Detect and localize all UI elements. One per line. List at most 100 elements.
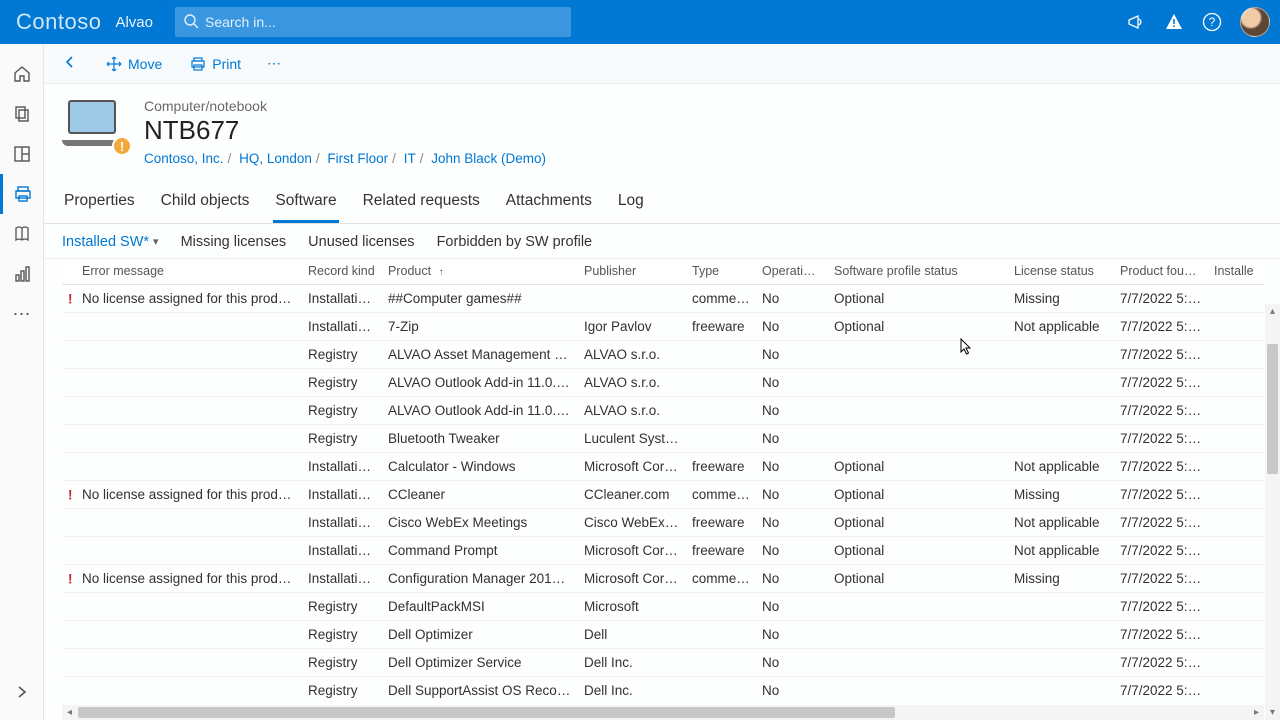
crumb-2[interactable]: First Floor bbox=[327, 151, 388, 166]
crumb-4[interactable]: John Black (Demo) bbox=[431, 151, 546, 166]
back-button[interactable] bbox=[54, 50, 86, 77]
col-os[interactable]: Operating s bbox=[756, 259, 828, 285]
scroll-down-icon[interactable]: ▾ bbox=[1265, 705, 1280, 720]
table-row[interactable]: !No license assigned for this product.In… bbox=[62, 565, 1264, 593]
cell-installed bbox=[1208, 369, 1264, 397]
col-kind[interactable]: Record kind bbox=[302, 259, 382, 285]
move-button[interactable]: Move bbox=[98, 52, 170, 76]
table-row[interactable]: RegistryBluetooth TweakerLuculent System… bbox=[62, 425, 1264, 453]
cell-product: Calculator - Windows bbox=[382, 453, 578, 481]
col-type[interactable]: Type bbox=[686, 259, 756, 285]
cell-product: ALVAO Asset Management Console bbox=[382, 341, 578, 369]
side-nav-print[interactable] bbox=[0, 174, 44, 214]
search-box[interactable] bbox=[175, 7, 571, 37]
cell-kind: Installations bbox=[302, 313, 382, 341]
print-button[interactable]: Print bbox=[182, 52, 249, 76]
cell-type: commercial bbox=[686, 285, 756, 313]
side-nav-layout[interactable] bbox=[0, 134, 44, 174]
cell-product: Dell Optimizer bbox=[382, 621, 578, 649]
table-row[interactable]: InstallationsCalculator - WindowsMicroso… bbox=[62, 453, 1264, 481]
search-input[interactable] bbox=[199, 14, 563, 30]
col-publisher[interactable]: Publisher bbox=[578, 259, 686, 285]
col-license[interactable]: License status bbox=[1008, 259, 1114, 285]
brand-product[interactable]: Alvao bbox=[109, 14, 153, 31]
horizontal-scrollbar[interactable]: ◂ ▸ bbox=[62, 705, 1264, 720]
table-row[interactable]: !No license assigned for this product.In… bbox=[62, 481, 1264, 509]
crumb-3[interactable]: IT bbox=[404, 151, 416, 166]
scroll-right-icon[interactable]: ▸ bbox=[1249, 705, 1264, 720]
tab-properties[interactable]: Properties bbox=[62, 184, 137, 223]
cell-found: 7/7/2022 5:10 PI bbox=[1114, 369, 1208, 397]
cell-type bbox=[686, 677, 756, 704]
cell-license: Not applicable bbox=[1008, 537, 1114, 565]
subtab-installed-sw[interactable]: Installed SW* ▾ bbox=[62, 234, 159, 250]
side-nav-home[interactable] bbox=[0, 54, 44, 94]
table-row[interactable]: RegistryDell SupportAssist OS Recovery P… bbox=[62, 677, 1264, 704]
subtab-forbidden[interactable]: Forbidden by SW profile bbox=[437, 234, 593, 250]
cell-publisher: Dell bbox=[578, 621, 686, 649]
table-row[interactable]: Installations7-ZipIgor PavlovfreewareNoO… bbox=[62, 313, 1264, 341]
cell-product: CCleaner bbox=[382, 481, 578, 509]
cell-kind: Installations bbox=[302, 453, 382, 481]
cell-found: 7/7/2022 5:10 PI bbox=[1114, 425, 1208, 453]
tab-software[interactable]: Software bbox=[273, 184, 338, 223]
side-nav-more[interactable]: ⋯ bbox=[0, 294, 44, 334]
tab-attachments[interactable]: Attachments bbox=[504, 184, 594, 223]
col-swprofile[interactable]: Software profile status bbox=[828, 259, 1008, 285]
cell-installed bbox=[1208, 453, 1264, 481]
col-product[interactable]: Product ↑ bbox=[382, 259, 578, 285]
vertical-scroll-thumb[interactable] bbox=[1267, 344, 1278, 474]
table-row[interactable]: RegistryDell OptimizerDellNo7/7/2022 5:1… bbox=[62, 621, 1264, 649]
side-nav-expand[interactable] bbox=[0, 672, 44, 712]
side-nav-chart[interactable] bbox=[0, 254, 44, 294]
crumb-0[interactable]: Contoso, Inc. bbox=[144, 151, 224, 166]
tab-child-objects[interactable]: Child objects bbox=[159, 184, 252, 223]
cell-found: 7/7/2022 5:10 PI bbox=[1114, 677, 1208, 704]
cell-type bbox=[686, 369, 756, 397]
table-row[interactable]: RegistryDell Optimizer ServiceDell Inc.N… bbox=[62, 649, 1264, 677]
side-nav-copy[interactable] bbox=[0, 94, 44, 134]
more-commands[interactable]: ⋯ bbox=[261, 51, 289, 76]
horizontal-scroll-thumb[interactable] bbox=[78, 707, 895, 718]
table-row[interactable]: RegistryDefaultPackMSIMicrosoftNo7/7/202… bbox=[62, 593, 1264, 621]
cell-error: !No license assigned for this product. bbox=[62, 481, 302, 509]
col-installed[interactable]: Installe bbox=[1208, 259, 1264, 285]
cell-type: commercial bbox=[686, 565, 756, 593]
tab-related-requests[interactable]: Related requests bbox=[361, 184, 482, 223]
scroll-up-icon[interactable]: ▴ bbox=[1265, 304, 1280, 319]
crumb-1[interactable]: HQ, London bbox=[239, 151, 312, 166]
cell-product: ALVAO Outlook Add-in 11.0.113 bbox=[382, 397, 578, 425]
cell-kind: Registry bbox=[302, 425, 382, 453]
alert-icon[interactable] bbox=[1164, 12, 1184, 32]
help-icon[interactable]: ? bbox=[1202, 12, 1222, 32]
table-row[interactable]: RegistryALVAO Outlook Add-in 11.0.1087AL… bbox=[62, 369, 1264, 397]
vertical-scrollbar[interactable]: ▴ ▾ bbox=[1265, 304, 1280, 720]
table-row[interactable]: InstallationsCommand PromptMicrosoft Cor… bbox=[62, 537, 1264, 565]
cell-product: Configuration Manager 2012 Client bbox=[382, 565, 578, 593]
scroll-left-icon[interactable]: ◂ bbox=[62, 705, 77, 720]
side-nav-book[interactable] bbox=[0, 214, 44, 254]
table-row[interactable]: RegistryALVAO Outlook Add-in 11.0.113ALV… bbox=[62, 397, 1264, 425]
software-table: Error message Record kind Product ↑ Publ… bbox=[62, 259, 1264, 704]
subtab-unused-licenses[interactable]: Unused licenses bbox=[308, 234, 414, 250]
cell-os: No bbox=[756, 565, 828, 593]
tab-log[interactable]: Log bbox=[616, 184, 646, 223]
avatar[interactable] bbox=[1240, 7, 1270, 37]
brand-name[interactable]: Contoso bbox=[8, 9, 109, 35]
cell-error bbox=[62, 677, 302, 704]
table-row[interactable]: InstallationsCisco WebEx MeetingsCisco W… bbox=[62, 509, 1264, 537]
table-row[interactable]: RegistryALVAO Asset Management ConsoleAL… bbox=[62, 341, 1264, 369]
cell-os: No bbox=[756, 369, 828, 397]
col-found[interactable]: Product found d bbox=[1114, 259, 1208, 285]
col-error[interactable]: Error message bbox=[62, 259, 302, 285]
cell-kind: Installations bbox=[302, 537, 382, 565]
megaphone-icon[interactable] bbox=[1126, 12, 1146, 32]
cell-product: ALVAO Outlook Add-in 11.0.1087 bbox=[382, 369, 578, 397]
cell-kind: Registry bbox=[302, 341, 382, 369]
cell-publisher: Cisco WebEx LLC bbox=[578, 509, 686, 537]
cell-found: 7/7/2022 5:10 PI bbox=[1114, 397, 1208, 425]
cell-type: commercial bbox=[686, 481, 756, 509]
cell-os: No bbox=[756, 453, 828, 481]
subtab-missing-licenses[interactable]: Missing licenses bbox=[181, 234, 287, 250]
table-row[interactable]: !No license assigned for this product.In… bbox=[62, 285, 1264, 313]
